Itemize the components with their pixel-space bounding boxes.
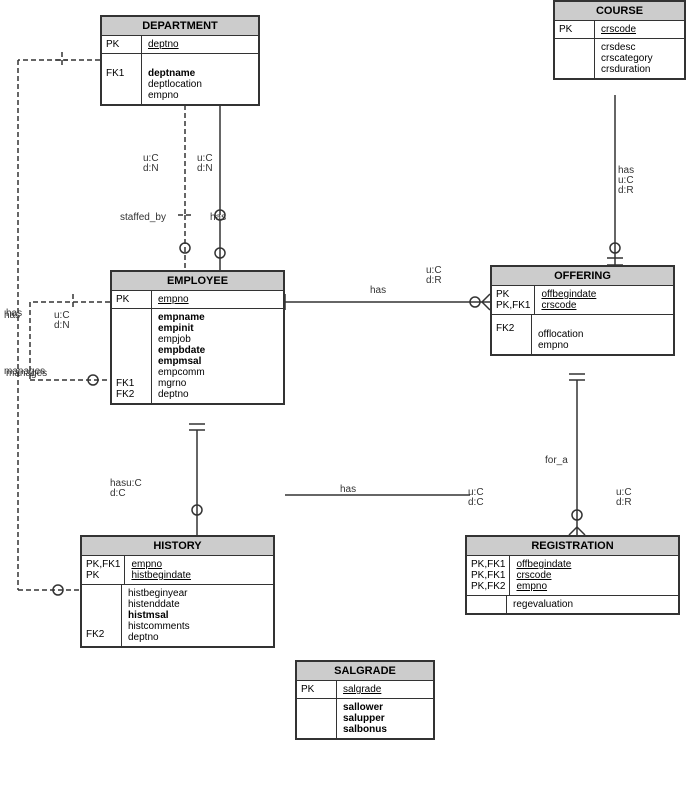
course-attrs: crsdesccrscategorycrsduration: [595, 39, 659, 78]
entity-offering: OFFERING PKPK,FK1 offbegindate crscode F…: [490, 265, 675, 356]
reg-pk-fields: offbegindate crscode empno: [510, 556, 577, 595]
entity-course-title: COURSE: [555, 2, 684, 21]
dept-attrs: deptnamedeptlocationempno: [142, 54, 208, 104]
sal-pk-label: PK: [297, 681, 337, 698]
dept-pk-label: PK: [102, 36, 142, 53]
label-has-emp-off: has: [370, 285, 386, 296]
entity-salgrade: SALGRADE PK salgrade sallower salupper s…: [295, 660, 435, 740]
emp-fk-labels: FK1FK2: [112, 309, 152, 403]
entity-offering-title: OFFERING: [492, 267, 673, 286]
diagram-container: has manages COURSE PK crscode crsdesccrs…: [0, 0, 690, 803]
label-staffed-by: staffed_by: [120, 212, 166, 223]
off-pk-fields: offbegindate crscode: [535, 286, 602, 314]
sal-attrs: sallower salupper salbonus: [337, 699, 393, 738]
entity-salgrade-title: SALGRADE: [297, 662, 433, 681]
hist-pk-labels: PK,FK1PK: [82, 556, 125, 584]
label-dc-off-reg: d:C: [468, 497, 484, 508]
entity-course: COURSE PK crscode crsdesccrscategorycrsd…: [553, 0, 686, 80]
entity-registration-title: REGISTRATION: [467, 537, 678, 556]
entity-department: DEPARTMENT PK deptno FK1 deptnamedeptloc…: [100, 15, 260, 106]
emp-pk-label: PK: [112, 291, 152, 308]
entity-registration: REGISTRATION PK,FK1PK,FK1PK,FK2 offbegin…: [465, 535, 680, 615]
entity-employee: EMPLOYEE PK empno FK1FK2 empname empinit…: [110, 270, 285, 405]
label-has-dept-emp: has: [210, 212, 226, 223]
entity-department-title: DEPARTMENT: [102, 17, 258, 36]
course-pk-field: crscode: [595, 21, 642, 38]
sal-fk-label: [297, 699, 337, 738]
hist-pk-fields: empno histbegindate: [125, 556, 197, 584]
label-dr-emp-off: d:R: [426, 275, 442, 286]
label-dr-course-off: d:R: [618, 185, 634, 196]
label-dn-left: d:N: [54, 320, 70, 331]
sal-pk-field: salgrade: [337, 681, 387, 698]
label-manages: manages: [4, 366, 45, 377]
label-has-left: has: [4, 310, 20, 321]
off-attrs: offlocationempno: [532, 315, 589, 354]
reg-fk-label: [467, 596, 507, 613]
label-has-emp-hist-horiz: has: [340, 484, 356, 495]
hist-fk-label: FK2: [82, 585, 122, 646]
entity-history: HISTORY PK,FK1PK empno histbegindate FK2…: [80, 535, 275, 648]
reg-attrs: regevaluation: [507, 596, 579, 613]
reg-pk-labels: PK,FK1PK,FK1PK,FK2: [467, 556, 510, 595]
hist-attrs: histbeginyear histenddate histmsal histc…: [122, 585, 196, 646]
off-fk-label: FK2: [492, 315, 532, 354]
dept-fk-label: FK1: [102, 54, 142, 104]
emp-attrs: empname empinit empjob empbdate empmsal …: [152, 309, 211, 403]
label-dn-dept-has: d:N: [197, 163, 213, 174]
label-dn-dept-staffed: d:N: [143, 163, 159, 174]
label-for-a: for_a: [545, 455, 568, 466]
off-pk-labels: PKPK,FK1: [492, 286, 535, 314]
label-dc-emp-hist: d:C: [110, 488, 126, 499]
entity-history-title: HISTORY: [82, 537, 273, 556]
dept-pk-field: deptno: [142, 36, 185, 53]
emp-pk-field: empno: [152, 291, 195, 308]
course-pk-label: PK: [555, 21, 595, 38]
label-dr-reg-right: d:R: [616, 497, 632, 508]
course-fk-label: [555, 39, 595, 78]
entity-employee-title: EMPLOYEE: [112, 272, 283, 291]
